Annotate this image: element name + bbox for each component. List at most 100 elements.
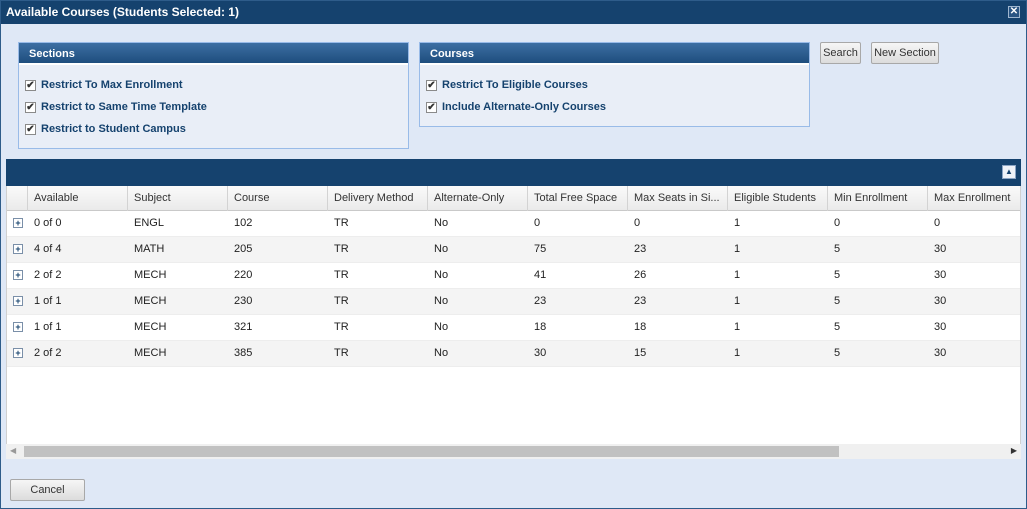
option-label: Restrict To Eligible Courses xyxy=(442,79,588,91)
checkbox-restrict-eligible-courses[interactable]: ✔ xyxy=(426,79,437,91)
cell-min-enrollment: 5 xyxy=(834,321,841,333)
cell-available: 4 of 4 xyxy=(34,243,62,255)
cell-min-enrollment: 5 xyxy=(834,243,841,255)
cell-delivery-method: TR xyxy=(334,321,349,333)
checkbox-restrict-student-campus[interactable]: ✔ xyxy=(25,123,36,135)
cell-max-seats: 0 xyxy=(634,217,641,229)
cell-alternate-only: No xyxy=(434,295,449,307)
cell-eligible-students: 1 xyxy=(734,243,741,255)
expand-row-icon[interactable]: + xyxy=(13,218,23,228)
cell-max-seats: 15 xyxy=(634,347,647,359)
sections-header: Sections xyxy=(19,43,408,65)
option-restrict-max-enrollment[interactable]: ✔ Restrict To Max Enrollment xyxy=(25,76,183,94)
column-header-max-enrollment[interactable]: Max Enrollment xyxy=(928,186,1020,211)
cell-course: 205 xyxy=(234,243,253,255)
cell-max-enrollment: 30 xyxy=(934,321,947,333)
table-row[interactable]: + 0 of 0 ENGL 102 TR No 0 0 1 0 0 xyxy=(7,211,1020,237)
table-row[interactable]: + 2 of 2 MECH 220 TR No 41 26 1 5 30 xyxy=(7,263,1020,289)
option-restrict-eligible-courses[interactable]: ✔ Restrict To Eligible Courses xyxy=(426,76,588,94)
table-row[interactable]: + 1 of 1 MECH 321 TR No 18 18 1 5 30 xyxy=(7,315,1020,341)
cell-available: 0 of 0 xyxy=(34,217,62,229)
grid-header: Available Subject Course Delivery Method… xyxy=(7,186,1020,211)
cell-max-seats: 26 xyxy=(634,269,647,281)
cell-total-free-space: 18 xyxy=(534,321,547,333)
option-label: Include Alternate-Only Courses xyxy=(442,101,607,113)
checkbox-include-alternate-only[interactable]: ✔ xyxy=(426,101,437,113)
expand-row-icon[interactable]: + xyxy=(13,348,23,358)
cell-subject: MECH xyxy=(134,347,167,359)
checkbox-restrict-same-time-template[interactable]: ✔ xyxy=(25,101,36,113)
close-icon[interactable]: ✕ xyxy=(1008,6,1020,18)
cell-course: 220 xyxy=(234,269,253,281)
column-header-min-enrollment[interactable]: Min Enrollment xyxy=(828,186,928,211)
cell-available: 2 of 2 xyxy=(34,269,62,281)
cell-max-seats: 23 xyxy=(634,295,647,307)
filter-panel: Sections ✔ Restrict To Max Enrollment ✔ … xyxy=(6,29,1021,159)
cell-delivery-method: TR xyxy=(334,243,349,255)
cell-course: 230 xyxy=(234,295,253,307)
option-label: Restrict to Same Time Template xyxy=(41,101,207,113)
cell-max-seats: 23 xyxy=(634,243,647,255)
cell-max-enrollment: 30 xyxy=(934,269,947,281)
cell-total-free-space: 23 xyxy=(534,295,547,307)
cell-max-seats: 18 xyxy=(634,321,647,333)
table-row[interactable]: + 2 of 2 MECH 385 TR No 30 15 1 5 30 xyxy=(7,341,1020,367)
new-section-button[interactable]: New Section xyxy=(871,42,939,64)
option-restrict-same-time-template[interactable]: ✔ Restrict to Same Time Template xyxy=(25,98,207,116)
checkbox-restrict-max-enrollment[interactable]: ✔ xyxy=(25,79,36,91)
cell-delivery-method: TR xyxy=(334,295,349,307)
scroll-left-icon[interactable]: ◀ xyxy=(10,446,16,455)
grid-toolbar: ▲ xyxy=(6,159,1021,186)
cell-min-enrollment: 5 xyxy=(834,269,841,281)
sections-fieldset: Sections ✔ Restrict To Max Enrollment ✔ … xyxy=(18,42,409,149)
table-row[interactable]: + 1 of 1 MECH 230 TR No 23 23 1 5 30 xyxy=(7,289,1020,315)
column-header-available[interactable]: Available xyxy=(28,186,128,211)
column-header-delivery-method[interactable]: Delivery Method xyxy=(328,186,428,211)
column-header-course[interactable]: Course xyxy=(228,186,328,211)
collapse-up-icon[interactable]: ▲ xyxy=(1002,165,1016,179)
courses-header: Courses xyxy=(420,43,809,65)
scroll-right-icon[interactable]: ▶ xyxy=(1011,446,1017,455)
dialog-title: Available Courses (Students Selected: 1) xyxy=(6,5,239,19)
column-header-eligible-students[interactable]: Eligible Students xyxy=(728,186,828,211)
cell-alternate-only: No xyxy=(434,269,449,281)
expand-row-icon[interactable]: + xyxy=(13,270,23,280)
scrollbar-thumb[interactable] xyxy=(24,446,839,457)
expand-row-icon[interactable]: + xyxy=(13,296,23,306)
cell-course: 102 xyxy=(234,217,253,229)
cell-min-enrollment: 5 xyxy=(834,347,841,359)
search-button[interactable]: Search xyxy=(820,42,861,64)
cell-min-enrollment: 0 xyxy=(834,217,841,229)
cell-max-enrollment: 30 xyxy=(934,243,947,255)
cell-subject: MECH xyxy=(134,321,167,333)
cell-min-enrollment: 5 xyxy=(834,295,841,307)
cell-alternate-only: No xyxy=(434,321,449,333)
cell-eligible-students: 1 xyxy=(734,347,741,359)
expand-row-icon[interactable]: + xyxy=(13,244,23,254)
option-label: Restrict To Max Enrollment xyxy=(41,79,183,91)
column-header-alternate-only[interactable]: Alternate-Only xyxy=(428,186,528,211)
cell-delivery-method: TR xyxy=(334,269,349,281)
column-header-subject[interactable]: Subject xyxy=(128,186,228,211)
horizontal-scrollbar[interactable]: ◀ ▶ xyxy=(6,444,1021,459)
cell-course: 385 xyxy=(234,347,253,359)
cell-subject: MECH xyxy=(134,295,167,307)
courses-fieldset: Courses ✔ Restrict To Eligible Courses ✔… xyxy=(419,42,810,127)
cell-subject: ENGL xyxy=(134,217,164,229)
option-restrict-student-campus[interactable]: ✔ Restrict to Student Campus xyxy=(25,120,186,138)
cancel-button[interactable]: Cancel xyxy=(10,479,85,501)
option-include-alternate-only[interactable]: ✔ Include Alternate-Only Courses xyxy=(426,98,606,116)
column-header-total-free-space[interactable]: Total Free Space xyxy=(528,186,628,211)
cell-max-enrollment: 0 xyxy=(934,217,941,229)
column-header-max-seats[interactable]: Max Seats in Si... xyxy=(628,186,728,211)
cell-eligible-students: 1 xyxy=(734,295,741,307)
cell-total-free-space: 0 xyxy=(534,217,541,229)
cell-total-free-space: 41 xyxy=(534,269,547,281)
cell-available: 2 of 2 xyxy=(34,347,62,359)
cell-delivery-method: TR xyxy=(334,217,349,229)
cell-subject: MECH xyxy=(134,269,167,281)
cell-eligible-students: 1 xyxy=(734,269,741,281)
dialog-titlebar[interactable]: Available Courses (Students Selected: 1)… xyxy=(1,1,1026,24)
expand-row-icon[interactable]: + xyxy=(13,322,23,332)
table-row[interactable]: + 4 of 4 MATH 205 TR No 75 23 1 5 30 xyxy=(7,237,1020,263)
